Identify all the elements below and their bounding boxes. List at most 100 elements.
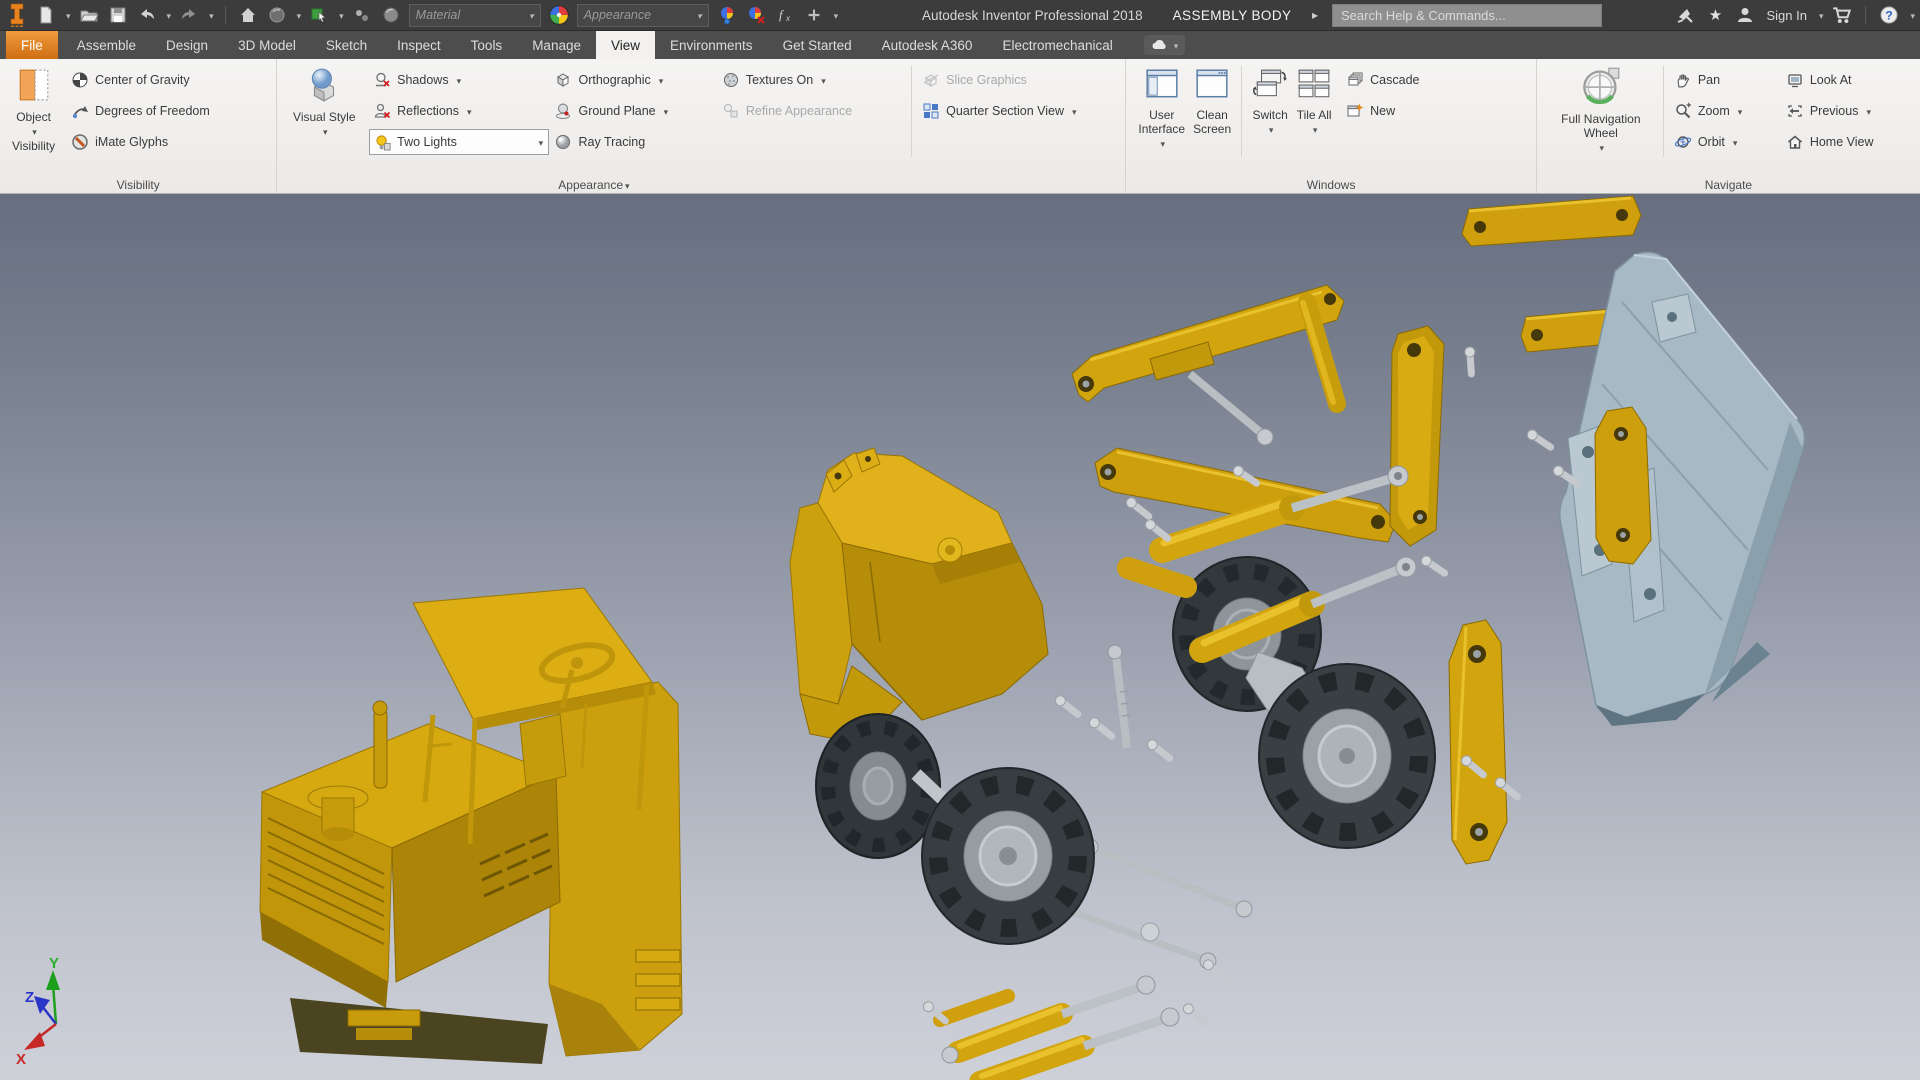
redo-dropdown[interactable] <box>207 6 214 24</box>
orbit-button[interactable]: Orbit <box>1670 126 1782 157</box>
inventor-logo[interactable] <box>6 3 28 27</box>
user-avatar-icon[interactable] <box>1734 4 1756 26</box>
orbit-caret <box>1731 135 1738 149</box>
color-wheel-icon[interactable] <box>548 4 570 26</box>
tab-design[interactable]: Design <box>151 31 223 59</box>
ground-plane-caret <box>662 104 669 118</box>
shadows-label: Shadows <box>397 72 449 87</box>
reflections-button[interactable]: Reflections <box>369 95 550 126</box>
shadows-button[interactable]: Shadows <box>369 64 550 95</box>
tab-get-started[interactable]: Get Started <box>768 31 867 59</box>
ground-plane-button[interactable]: Ground Plane <box>550 95 717 126</box>
qat-options-caret[interactable] <box>832 6 839 24</box>
sign-in-caret[interactable] <box>1817 6 1824 24</box>
viewport-3d[interactable]: Y Z X <box>0 194 1920 1080</box>
sketch-dots-icon[interactable] <box>351 4 373 26</box>
zoom-button[interactable]: Zoom <box>1670 95 1782 126</box>
model-link-plate-right[interactable] <box>1594 406 1652 565</box>
undo-icon[interactable] <box>136 4 158 26</box>
add-icon[interactable] <box>803 4 825 26</box>
inventor-application-window: Material Appearance fx Autodesk Inventor… <box>0 0 1920 1080</box>
switch-windows-label: Switch <box>1252 108 1288 122</box>
appearance-combo-text: Appearance <box>583 8 652 22</box>
full-navigation-wheel-icon <box>1581 67 1621 108</box>
sign-in-button[interactable]: Sign In <box>1766 8 1806 23</box>
favorites-star-icon[interactable] <box>1704 4 1726 26</box>
tab-environments[interactable]: Environments <box>655 31 768 59</box>
tab-view[interactable]: View <box>595 31 656 59</box>
tab-3d-model[interactable]: 3D Model <box>223 31 311 59</box>
render-icon[interactable] <box>266 4 288 26</box>
user-interface-button[interactable]: User Interface <box>1134 64 1189 154</box>
search-input[interactable] <box>1332 4 1602 27</box>
lights-combo-value: Two Lights <box>397 135 457 149</box>
render-dropdown[interactable] <box>295 6 302 24</box>
help-icon[interactable]: ? <box>1878 4 1900 26</box>
windows-panel-label[interactable]: Windows <box>1126 178 1535 192</box>
visual-style-button[interactable]: Visual Style <box>285 64 363 142</box>
home-icon[interactable] <box>237 4 259 26</box>
ribbon-display-options-button[interactable] <box>1143 35 1186 55</box>
clean-screen-button[interactable]: Clean Screen <box>1189 64 1235 139</box>
previous-view-button[interactable]: Previous <box>1782 95 1912 126</box>
lights-combo[interactable]: Two Lights <box>369 129 550 155</box>
parameters-fx-icon[interactable]: fx <box>774 4 796 26</box>
tab-assemble[interactable]: Assemble <box>62 31 151 59</box>
ray-tracing-button[interactable]: Ray Tracing <box>550 126 717 157</box>
degrees-of-freedom-icon <box>72 105 89 118</box>
object-visibility-label-1: Object <box>16 110 51 124</box>
tab-file[interactable]: File <box>6 31 58 59</box>
appearance-panel-label[interactable]: Appearance <box>277 178 910 192</box>
pan-button[interactable]: Pan <box>1670 64 1782 95</box>
tab-inspect[interactable]: Inspect <box>382 31 456 59</box>
redo-icon[interactable] <box>178 4 200 26</box>
model-link-plate-center[interactable] <box>1448 619 1508 865</box>
visibility-panel-label[interactable]: Visibility <box>0 178 276 192</box>
new-window-label: New <box>1370 103 1396 118</box>
new-file-dropdown[interactable] <box>64 6 71 24</box>
orthographic-button[interactable]: Orthographic <box>550 64 717 95</box>
axis-label-y: Y <box>49 955 59 972</box>
tile-all-button[interactable]: Tile All <box>1292 64 1336 140</box>
save-icon[interactable] <box>107 4 129 26</box>
new-file-icon[interactable] <box>35 4 57 26</box>
clear-appearance-icon[interactable] <box>745 4 767 26</box>
full-navigation-wheel-button[interactable]: Full Navigation Wheel <box>1545 64 1657 158</box>
tab-electromechanical[interactable]: Electromechanical <box>987 31 1127 59</box>
degrees-of-freedom-button[interactable]: Degrees of Freedom <box>67 95 214 126</box>
undo-dropdown[interactable] <box>165 6 172 24</box>
select-dropdown[interactable] <box>337 6 344 24</box>
store-cart-icon[interactable] <box>1831 4 1853 26</box>
tab-tools[interactable]: Tools <box>456 31 518 59</box>
ribbon-panel-visibility: Object Visibility Center of Gravity Degr… <box>0 59 278 193</box>
center-of-gravity-button[interactable]: Center of Gravity <box>67 64 214 95</box>
navigate-panel-label[interactable]: Navigate <box>1537 178 1920 192</box>
imate-glyphs-icon <box>72 133 88 150</box>
quarter-section-view-button[interactable]: Quarter Section View <box>918 95 1117 126</box>
look-at-button[interactable]: Look At <box>1782 64 1912 95</box>
imate-glyphs-button[interactable]: iMate Glyphs <box>67 126 214 157</box>
textures-on-caret <box>819 73 826 87</box>
open-folder-icon[interactable] <box>78 4 100 26</box>
help-caret[interactable] <box>1908 6 1915 24</box>
textures-on-icon <box>723 72 738 87</box>
object-visibility-button[interactable]: Object Visibility <box>8 64 59 156</box>
new-window-button[interactable]: New <box>1342 95 1423 126</box>
svg-text:f: f <box>779 7 785 22</box>
textures-on-button[interactable]: Textures On <box>718 64 905 95</box>
app-title: Autodesk Inventor Professional 2018 <box>922 7 1143 23</box>
cascade-button[interactable]: Cascade <box>1342 64 1423 95</box>
select-tool-icon[interactable] <box>308 4 330 26</box>
window-title: Autodesk Inventor Professional 2018 ASSE… <box>922 0 1291 30</box>
tab-manage[interactable]: Manage <box>517 31 596 59</box>
home-view-button[interactable]: Home View <box>1782 126 1912 157</box>
tab-sketch[interactable]: Sketch <box>311 31 382 59</box>
switch-windows-button[interactable]: Switch <box>1248 64 1292 140</box>
adjust-appearance-icon[interactable] <box>716 4 738 26</box>
tab-autodesk-a360[interactable]: Autodesk A360 <box>867 31 988 59</box>
previous-view-icon <box>1788 104 1802 117</box>
appearance-combo: Appearance <box>576 3 709 27</box>
communication-center-icon[interactable] <box>1674 4 1696 26</box>
material-sphere-icon[interactable] <box>380 4 402 26</box>
expand-arrow-icon[interactable] <box>1312 0 1318 30</box>
